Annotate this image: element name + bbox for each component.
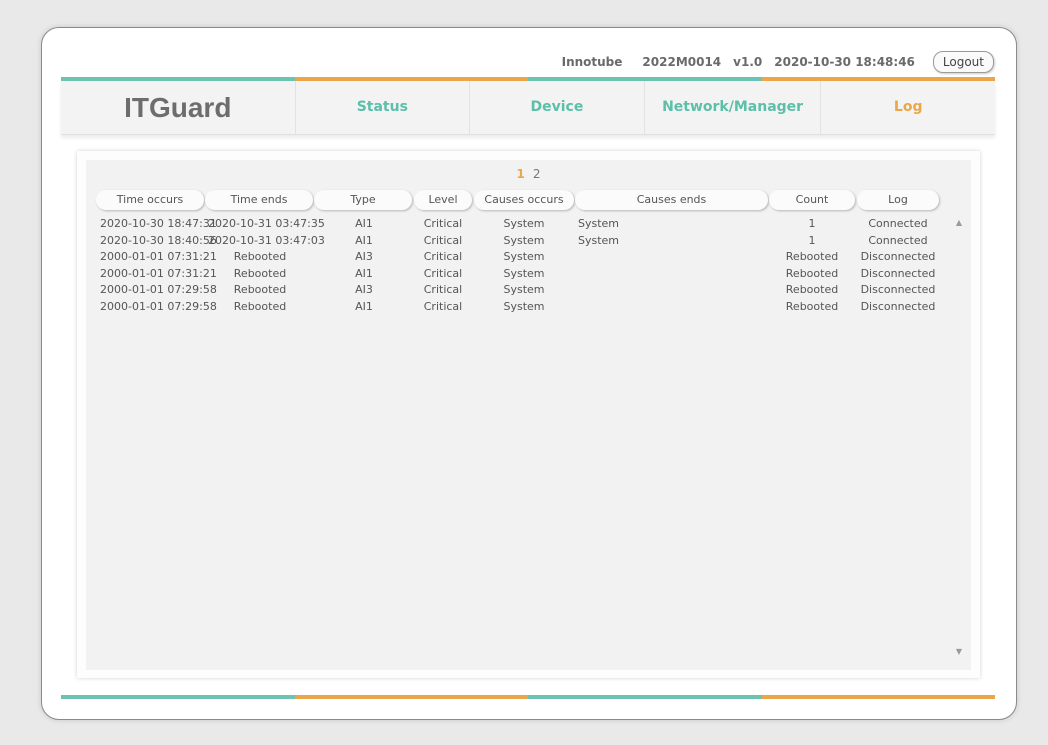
tab-network-manager[interactable]: Network/Manager: [645, 81, 822, 134]
cell-causes-occurs: System: [503, 250, 545, 263]
triangle-up-icon[interactable]: ▲: [956, 218, 962, 227]
cell-time-occurs: 2020-10-30 18:47:31: [100, 217, 217, 230]
cell-log: Connected: [868, 217, 928, 230]
top-info-bar: Innotube 2022M0014 v1.0 2020-10-30 18:48…: [542, 51, 994, 73]
col-header-count[interactable]: Count: [769, 190, 855, 210]
cell-type: AI1: [355, 233, 373, 247]
triangle-down-icon[interactable]: ▼: [956, 647, 962, 656]
table-row[interactable]: 2000-01-01 07:29:58 Rebooted AI3 Critica…: [86, 283, 946, 300]
cell-count: Rebooted: [785, 299, 839, 313]
cell-time-occurs: 2000-01-01 07:29:58: [100, 299, 217, 313]
tab-device[interactable]: Device: [470, 81, 645, 134]
cell-count: Rebooted: [785, 266, 839, 280]
col-header-causes-occurs[interactable]: Causes occurs: [474, 190, 574, 210]
col-header-time-ends[interactable]: Time ends: [205, 190, 313, 210]
table-row[interactable]: 2000-01-01 07:31:21 Rebooted AI3 Critica…: [86, 250, 946, 267]
col-header-causes-ends[interactable]: Causes ends: [575, 190, 768, 210]
col-header-log[interactable]: Log: [857, 190, 939, 210]
cell-count: Rebooted: [785, 250, 839, 263]
cell-time-ends: 2020-10-31 03:47:35: [208, 217, 325, 230]
device-id: 2022M0014: [642, 55, 722, 69]
cell-time-occurs: 2000-01-01 07:31:21: [100, 250, 217, 263]
col-header-type[interactable]: Type: [314, 190, 412, 210]
cell-level: Critical: [423, 299, 463, 313]
cell-level: Critical: [423, 233, 463, 247]
tab-status[interactable]: Status: [296, 81, 471, 134]
cell-causes-occurs: System: [503, 283, 545, 296]
cell-count: 1: [808, 233, 816, 247]
log-content: 12 Time occurs Time ends Type Level Caus…: [77, 151, 980, 678]
brand-logo: ITGuard: [61, 81, 296, 134]
cell-type: AI3: [355, 250, 373, 263]
cell-causes-occurs: System: [503, 217, 545, 230]
cell-time-occurs: 2020-10-30 18:40:56: [100, 233, 217, 247]
cell-log: Disconnected: [860, 266, 936, 280]
cell-time-ends: Rebooted: [233, 266, 287, 280]
page-2-link[interactable]: 2: [533, 167, 541, 181]
cell-causes-ends: System: [578, 233, 620, 247]
logout-button[interactable]: Logout: [932, 51, 994, 73]
cell-type: AI1: [355, 217, 373, 230]
cell-causes-occurs: System: [503, 233, 545, 247]
cell-log: Connected: [868, 233, 928, 247]
cell-type: AI3: [355, 283, 373, 296]
table-row[interactable]: 2020-10-30 18:40:56 2020-10-31 03:47:03 …: [86, 234, 946, 251]
cell-type: AI1: [355, 299, 373, 313]
col-header-time-occurs[interactable]: Time occurs: [96, 190, 204, 210]
table-row[interactable]: 2000-01-01 07:31:21 Rebooted AI1 Critica…: [86, 267, 946, 284]
log-table-body: 2020-10-30 18:47:31 2020-10-31 03:47:35 …: [86, 217, 946, 316]
cell-log: Disconnected: [860, 299, 936, 313]
cell-causes-occurs: System: [503, 299, 545, 313]
cell-log: Disconnected: [860, 250, 936, 263]
bottom-color-stripe: [61, 695, 995, 699]
table-row[interactable]: 2020-10-30 18:47:31 2020-10-31 03:47:35 …: [86, 217, 946, 234]
cell-level: Critical: [423, 217, 463, 230]
table-row[interactable]: 2000-01-01 07:29:58 Rebooted AI1 Critica…: [86, 300, 946, 317]
cell-time-ends: Rebooted: [233, 250, 287, 263]
version: v1.0: [733, 55, 763, 69]
tab-log[interactable]: Log: [821, 81, 995, 134]
cell-count: Rebooted: [785, 283, 839, 296]
cell-time-occurs: 2000-01-01 07:29:58: [100, 283, 217, 296]
col-header-level[interactable]: Level: [414, 190, 472, 210]
cell-time-occurs: 2000-01-01 07:31:21: [100, 266, 217, 280]
cell-log: Disconnected: [860, 283, 936, 296]
cell-level: Critical: [423, 283, 463, 296]
pagination: 12: [86, 167, 971, 181]
cell-causes-ends: System: [578, 217, 620, 230]
site-name: Innotube: [561, 55, 623, 69]
cell-count: 1: [808, 217, 816, 230]
cell-causes-occurs: System: [503, 266, 545, 280]
cell-time-ends: 2020-10-31 03:47:03: [208, 233, 325, 247]
log-panel: 12 Time occurs Time ends Type Level Caus…: [86, 160, 971, 670]
cell-level: Critical: [423, 266, 463, 280]
cell-time-ends: Rebooted: [233, 283, 287, 296]
cell-time-ends: Rebooted: [233, 299, 287, 313]
cell-level: Critical: [423, 250, 463, 263]
main-nav: ITGuard Status Device Network/Manager Lo…: [61, 81, 995, 135]
cell-type: AI1: [355, 266, 373, 280]
page-1-link[interactable]: 1: [517, 167, 525, 181]
datetime: 2020-10-30 18:48:46: [774, 55, 915, 69]
